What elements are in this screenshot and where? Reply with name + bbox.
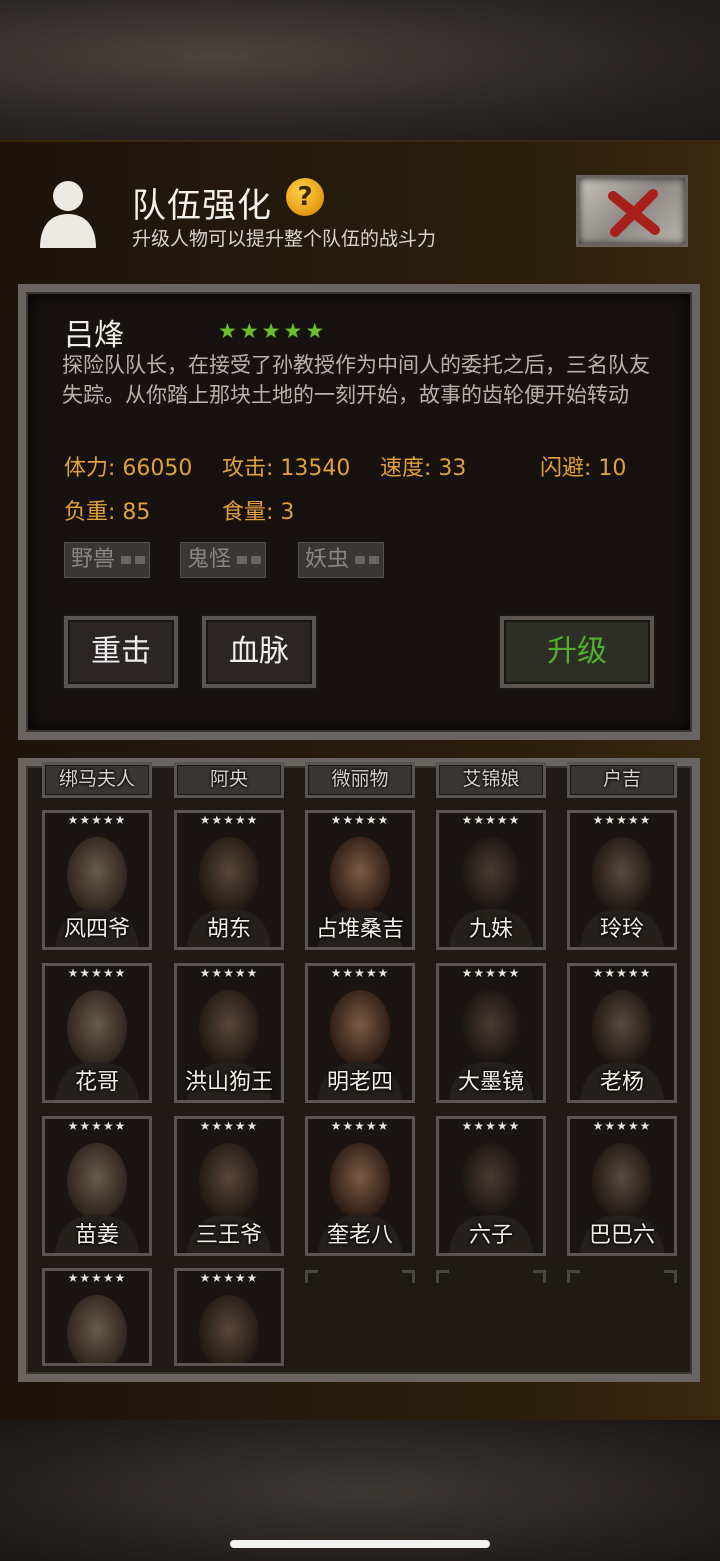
character-card[interactable]: ★★★★★ 老杨	[567, 963, 677, 1103]
character-card-name: 绑马夫人	[58, 768, 135, 790]
portrait-image	[177, 1271, 281, 1363]
character-card-name: 三王爷	[195, 1223, 262, 1248]
heavy-strike-button[interactable]: 重击	[64, 616, 178, 688]
card-star-rating: ★★★★★	[330, 966, 390, 980]
character-card-name: 风四爷	[63, 917, 130, 942]
stat-load: 负重: 85	[64, 500, 151, 525]
profile-silhouette-icon	[34, 176, 102, 248]
character-card[interactable]: ★★★★★ 奎老八	[305, 1116, 415, 1256]
character-card[interactable]: 微丽物	[305, 762, 415, 798]
character-card[interactable]: ★★★★★	[42, 1268, 152, 1366]
character-card[interactable]: ★★★★★ 大墨镜	[436, 963, 546, 1103]
card-star-rating: ★★★★★	[461, 966, 521, 980]
character-card-name: 老杨	[599, 1070, 644, 1095]
character-card[interactable]: 绑马夫人	[42, 762, 152, 798]
card-star-rating: ★★★★★	[592, 1119, 652, 1133]
star-icon: ★	[283, 319, 303, 343]
card-star-rating: ★★★★★	[67, 1271, 127, 1285]
tag-beast: 野兽	[64, 542, 151, 578]
character-card-name: 户吉	[602, 768, 641, 790]
character-description: 探险队队长，在接受了孙教授作为中间人的委托之后，三名队友失踪。从你踏上那块土地的…	[62, 353, 650, 407]
page-subtitle: 升级人物可以提升整个队伍的战斗力	[132, 228, 437, 250]
tag-label: 野兽	[71, 547, 116, 572]
card-star-rating: ★★★★★	[330, 1119, 390, 1133]
character-card-name: 六子	[468, 1223, 513, 1248]
tag-label: 妖虫	[305, 547, 350, 572]
character-card[interactable]: ★★★★★ 三王爷	[174, 1116, 284, 1256]
bloodline-button[interactable]: 血脉	[202, 616, 316, 688]
question-mark-icon[interactable]: ?	[286, 178, 324, 216]
character-card-name: 九妹	[468, 917, 513, 942]
character-card[interactable]: ★★★★★	[174, 1268, 284, 1366]
character-card[interactable]: ★★★★★ 花哥	[42, 963, 152, 1103]
character-card-name: 艾锦娘	[462, 768, 520, 790]
character-card[interactable]: ★★★★★ 六子	[436, 1116, 546, 1256]
character-card[interactable]: ★★★★★ 风四爷	[42, 810, 152, 950]
card-star-rating: ★★★★★	[199, 966, 259, 980]
character-card-name: 占堆桑吉	[315, 917, 404, 942]
character-card-name: 苗姜	[74, 1223, 119, 1248]
card-star-rating: ★★★★★	[67, 813, 127, 827]
card-star-rating: ★★★★★	[199, 1119, 259, 1133]
stat-hp: 体力: 66050	[64, 456, 193, 481]
character-card-name: 玲玲	[599, 917, 644, 942]
card-star-rating: ★★★★★	[67, 966, 127, 980]
top-background	[0, 0, 720, 140]
character-card-name: 明老四	[326, 1070, 393, 1095]
character-card[interactable]: ★★★★★ 胡东	[174, 810, 284, 950]
card-star-rating: ★★★★★	[592, 966, 652, 980]
tag-label: 鬼怪	[187, 547, 232, 572]
card-star-rating: ★★★★★	[461, 1119, 521, 1133]
tag-slot-indicator	[121, 556, 146, 564]
character-card-name: 奎老八	[326, 1223, 393, 1248]
empty-card-slot	[436, 1270, 546, 1294]
character-card-name: 胡东	[206, 917, 251, 942]
character-card-name: 巴巴六	[588, 1223, 655, 1248]
tag-ghost: 鬼怪	[180, 542, 267, 578]
character-card[interactable]: ★★★★★ 九妹	[436, 810, 546, 950]
close-button[interactable]	[576, 175, 688, 247]
star-icon: ★	[261, 319, 281, 343]
character-card-name: 大墨镜	[457, 1070, 524, 1095]
stat-food: 食量: 3	[222, 500, 295, 525]
character-card[interactable]: ★★★★★ 明老四	[305, 963, 415, 1103]
character-card[interactable]: 户吉	[567, 762, 677, 798]
card-star-rating: ★★★★★	[67, 1119, 127, 1133]
stat-attack: 攻击: 13540	[222, 456, 351, 481]
upgrade-button[interactable]: 升级	[500, 616, 654, 688]
character-card[interactable]: ★★★★★ 占堆桑吉	[305, 810, 415, 950]
character-card-name: 微丽物	[331, 768, 389, 790]
card-star-rating: ★★★★★	[592, 813, 652, 827]
star-icon: ★	[218, 319, 237, 343]
empty-card-slot	[305, 1270, 415, 1294]
star-icon: ★	[305, 319, 325, 343]
character-name: 吕烽	[64, 318, 124, 353]
tag-insect: 妖虫	[298, 542, 385, 578]
character-card-name: 花哥	[74, 1070, 119, 1095]
character-card[interactable]: 艾锦娘	[436, 762, 546, 798]
character-card[interactable]: ★★★★★ 洪山狗王	[174, 963, 284, 1103]
character-star-rating: ★ ★ ★ ★ ★	[218, 320, 324, 342]
close-icon	[608, 189, 660, 237]
card-star-rating: ★★★★★	[461, 813, 521, 827]
page-title: 队伍强化	[132, 186, 272, 226]
character-card-name: 洪山狗王	[184, 1070, 273, 1095]
character-card[interactable]: ★★★★★ 苗姜	[42, 1116, 152, 1256]
home-indicator[interactable]	[230, 1540, 490, 1548]
tag-slot-indicator	[355, 556, 380, 564]
card-star-rating: ★★★★★	[330, 813, 390, 827]
portrait-image	[45, 1271, 149, 1363]
card-star-rating: ★★★★★	[199, 1271, 259, 1285]
character-card[interactable]: ★★★★★ 巴巴六	[567, 1116, 677, 1256]
stat-dodge: 闪避: 10	[540, 456, 627, 481]
empty-card-slot	[567, 1270, 677, 1294]
character-card[interactable]: ★★★★★ 玲玲	[567, 810, 677, 950]
card-star-rating: ★★★★★	[199, 813, 259, 827]
character-card-name: 阿央	[209, 768, 248, 790]
stat-speed: 速度: 33	[380, 456, 467, 481]
star-icon: ★	[239, 319, 259, 343]
character-card[interactable]: 阿央	[174, 762, 284, 798]
tag-slot-indicator	[237, 556, 262, 564]
